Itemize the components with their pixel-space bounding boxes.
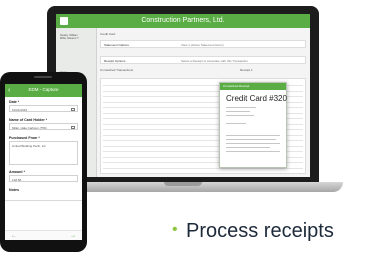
card-holder-label: Name of Card Holder * [9,118,48,122]
notes-label: Notes [9,188,19,192]
receipt-line [226,111,250,112]
field-label: Receipt Options [104,59,126,63]
receipt-line [226,115,254,116]
receipt-line [226,135,280,136]
date-field[interactable]: 10/21/2019 [9,105,78,112]
phone-footer: ← → [5,230,82,240]
purchased-from-field[interactable]: United Building Perth, Inc [9,141,78,165]
dropdown-icon[interactable] [71,125,75,129]
laptop-screen: Construction Partners, Ltd. Nealey, Will… [56,14,310,177]
receipt-line [226,123,246,124]
breadcrumb: Credit Card [100,32,116,36]
receipt-title: Credit Card #320 [226,94,287,103]
laptop-notch [164,182,202,186]
bullet-icon: • [172,221,178,238]
app-header: Construction Partners, Ltd. [56,14,310,28]
receipt-line [226,151,280,152]
amount-value: 128.56 [12,177,22,182]
receipt-line [226,107,256,108]
field-value: View 1 (Active Statement Items) [181,43,224,47]
field-value: Select a Receipt to Associate with this … [181,59,248,63]
statement-options-row[interactable]: Statement Options View 1 (Active Stateme… [100,40,306,48]
card-holder-value: Miller, Hale Carlston (756) [12,125,47,130]
receipt-options-row[interactable]: Receipt Options Select a Receipt to Asso… [100,56,306,64]
next-arrow-icon[interactable]: → [70,232,76,240]
sidebar-user-role: Miller, Eleanor T. [60,37,80,41]
receipt-line [226,139,276,140]
purchased-from-label: Purchased From * [9,136,40,140]
date-label: Date * [9,100,20,104]
date-value: 10/21/2019 [12,107,28,112]
receipt-line [226,143,280,144]
receipt-line [226,147,270,148]
amount-label: Amount * [9,170,25,174]
popup-header-title: Unmatched Receipt [223,84,250,88]
popup-header: Unmatched Receipt [220,83,286,90]
table-title: Unmatched Transactions [100,68,134,72]
phone-speaker [34,76,52,78]
sidebar-user: Nealey, William Miller, Eleanor T. [60,34,79,41]
notes-divider [5,200,82,201]
receipt-popup[interactable]: Unmatched Receipt Credit Card #320 [219,82,287,168]
phone-screen: ‹ EDM - Capture Date * 10/21/2019 Name o… [5,84,82,240]
purchased-from-value: United Building Perth, Inc [12,143,46,148]
caption: • Process receipts [172,216,366,246]
amount-field[interactable]: 128.56 [9,175,78,182]
table-section-label: Receipt 1 [240,68,253,72]
previous-arrow-icon[interactable]: ← [11,232,17,240]
phone-app-title: EDM - Capture [28,87,59,92]
field-label: Statement Options [104,43,129,47]
calendar-icon[interactable] [71,107,75,111]
product-illustration: Construction Partners, Ltd. Nealey, Will… [0,0,366,253]
card-holder-field[interactable]: Miller, Hale Carlston (756) [9,123,78,130]
caption-text: Process receipts [186,220,334,242]
app-title: Construction Partners, Ltd. [141,17,225,24]
phone-app-header: ‹ EDM - Capture [5,84,82,97]
